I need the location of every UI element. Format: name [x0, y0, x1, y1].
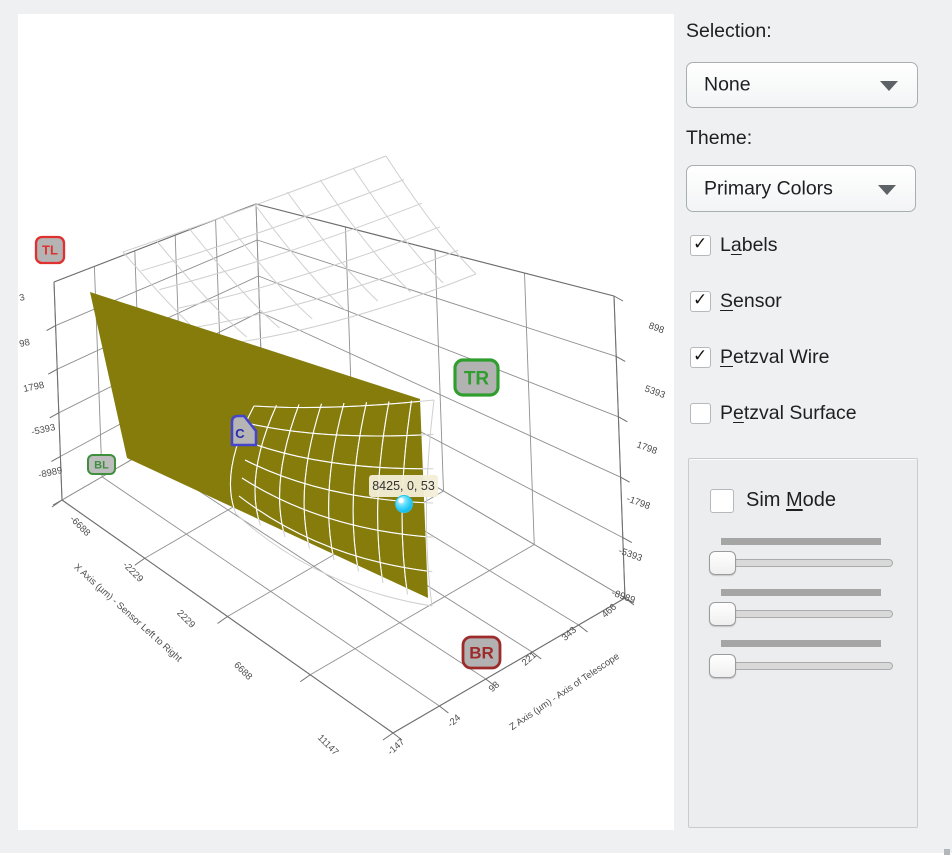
y-axis-left-tick-label: 1798: [22, 380, 45, 395]
theme-dropdown-value: Primary Colors: [704, 177, 833, 200]
z-axis-tick-label: 466: [600, 602, 619, 621]
x-axis-tick-label: 11147: [315, 732, 340, 757]
z-axis-tick-label: 221: [520, 650, 539, 669]
marker-highlight: [398, 498, 403, 503]
z-axis-tick-label: -147: [386, 737, 407, 758]
svg-text:8425, 0, 53: 8425, 0, 53: [372, 479, 435, 493]
y-axis-right-tick-label: -5393: [617, 545, 644, 564]
y-axis-left-tick-label: 3: [18, 292, 25, 304]
selection-dropdown[interactable]: None: [686, 62, 918, 108]
chevron-down-icon: [880, 81, 898, 91]
resize-grip[interactable]: [944, 849, 950, 855]
selection-dropdown-value: None: [704, 74, 751, 97]
checkbox-label: Petzval Wire: [720, 346, 829, 369]
checkbox-box[interactable]: ✓: [710, 489, 734, 513]
y-axis-right-tick-label: -1798: [625, 493, 652, 512]
window-bottom-strip: [0, 853, 952, 858]
svg-text:BL: BL: [94, 459, 109, 471]
checkbox-label: Sensor: [720, 290, 782, 313]
slider-tick-bar: [721, 589, 881, 596]
label-tr[interactable]: TR: [455, 360, 498, 395]
y-axis-right-tick-label: 1798: [635, 439, 659, 457]
checkbox-label: Labels: [720, 234, 778, 257]
svg-text:BR: BR: [469, 644, 494, 663]
svg-text:TL: TL: [42, 243, 58, 258]
check-icon: ✓: [693, 234, 707, 254]
slider-track[interactable]: [709, 610, 893, 618]
theme-label: Theme:: [686, 127, 752, 150]
x-axis-tick-label: 2229: [174, 608, 197, 631]
label-bl[interactable]: BL: [88, 455, 115, 474]
x-axis-tick-label: -2229: [120, 560, 145, 585]
checkbox-box[interactable]: ✓: [690, 403, 711, 424]
selection-label: Selection:: [686, 20, 772, 43]
check-icon: ✓: [693, 346, 707, 366]
svg-text:TR: TR: [464, 368, 490, 389]
slider-track[interactable]: [709, 559, 893, 567]
y-axis-left-tick-label: -8989: [37, 465, 63, 481]
checkbox-box[interactable]: ✓: [690, 235, 711, 256]
checkbox-box[interactable]: ✓: [690, 347, 711, 368]
z-axis-tick-label: 343: [560, 625, 579, 644]
x-axis-tick-label: -6688: [67, 514, 92, 539]
label-br[interactable]: BR: [463, 637, 500, 668]
checkbox-label: Sim Mode: [746, 489, 836, 512]
check-icon: ✓: [693, 290, 707, 310]
y-axis-right-tick-label: 898: [647, 320, 666, 336]
app-window: -6688 -2229 2229 6688 11147 -147 -24 98 221 343 46…: [0, 0, 952, 858]
theme-dropdown[interactable]: Primary Colors: [686, 165, 916, 212]
plot-3d-view[interactable]: -6688 -2229 2229 6688 11147 -147 -24 98 221 343 46…: [18, 14, 674, 830]
checkbox-label: Petzval Surface: [720, 402, 857, 425]
checkbox-box[interactable]: ✓: [690, 291, 711, 312]
chevron-down-icon: [878, 185, 896, 195]
plot-3d-scene[interactable]: -6688 -2229 2229 6688 11147 -147 -24 98 221 343 46…: [18, 14, 674, 830]
z-axis-tick-label: -24: [446, 712, 464, 729]
slider-handle[interactable]: [709, 602, 736, 626]
sensor-plane: [90, 292, 428, 598]
y-axis-left-tick-label: -5393: [30, 422, 56, 438]
y-axis-left-tick-label: 98: [18, 337, 31, 350]
data-point-marker[interactable]: [396, 496, 413, 513]
slider-handle[interactable]: [709, 551, 736, 575]
label-tl[interactable]: TL: [36, 237, 64, 263]
svg-text:C: C: [235, 426, 245, 441]
slider-handle[interactable]: [709, 654, 736, 678]
y-axis-right-tick-label: 5393: [643, 383, 667, 401]
y-axis-right-tick-label: -8989: [610, 587, 637, 606]
slider-track[interactable]: [709, 662, 893, 670]
data-tooltip: 8425, 0, 53: [369, 475, 438, 497]
x-axis-title: X Axis (µm) - Sensor Left to Right: [72, 562, 185, 665]
slider-tick-bar: [721, 538, 881, 545]
slider-tick-bar: [721, 640, 881, 647]
x-axis-tick-label: 6688: [231, 660, 254, 683]
